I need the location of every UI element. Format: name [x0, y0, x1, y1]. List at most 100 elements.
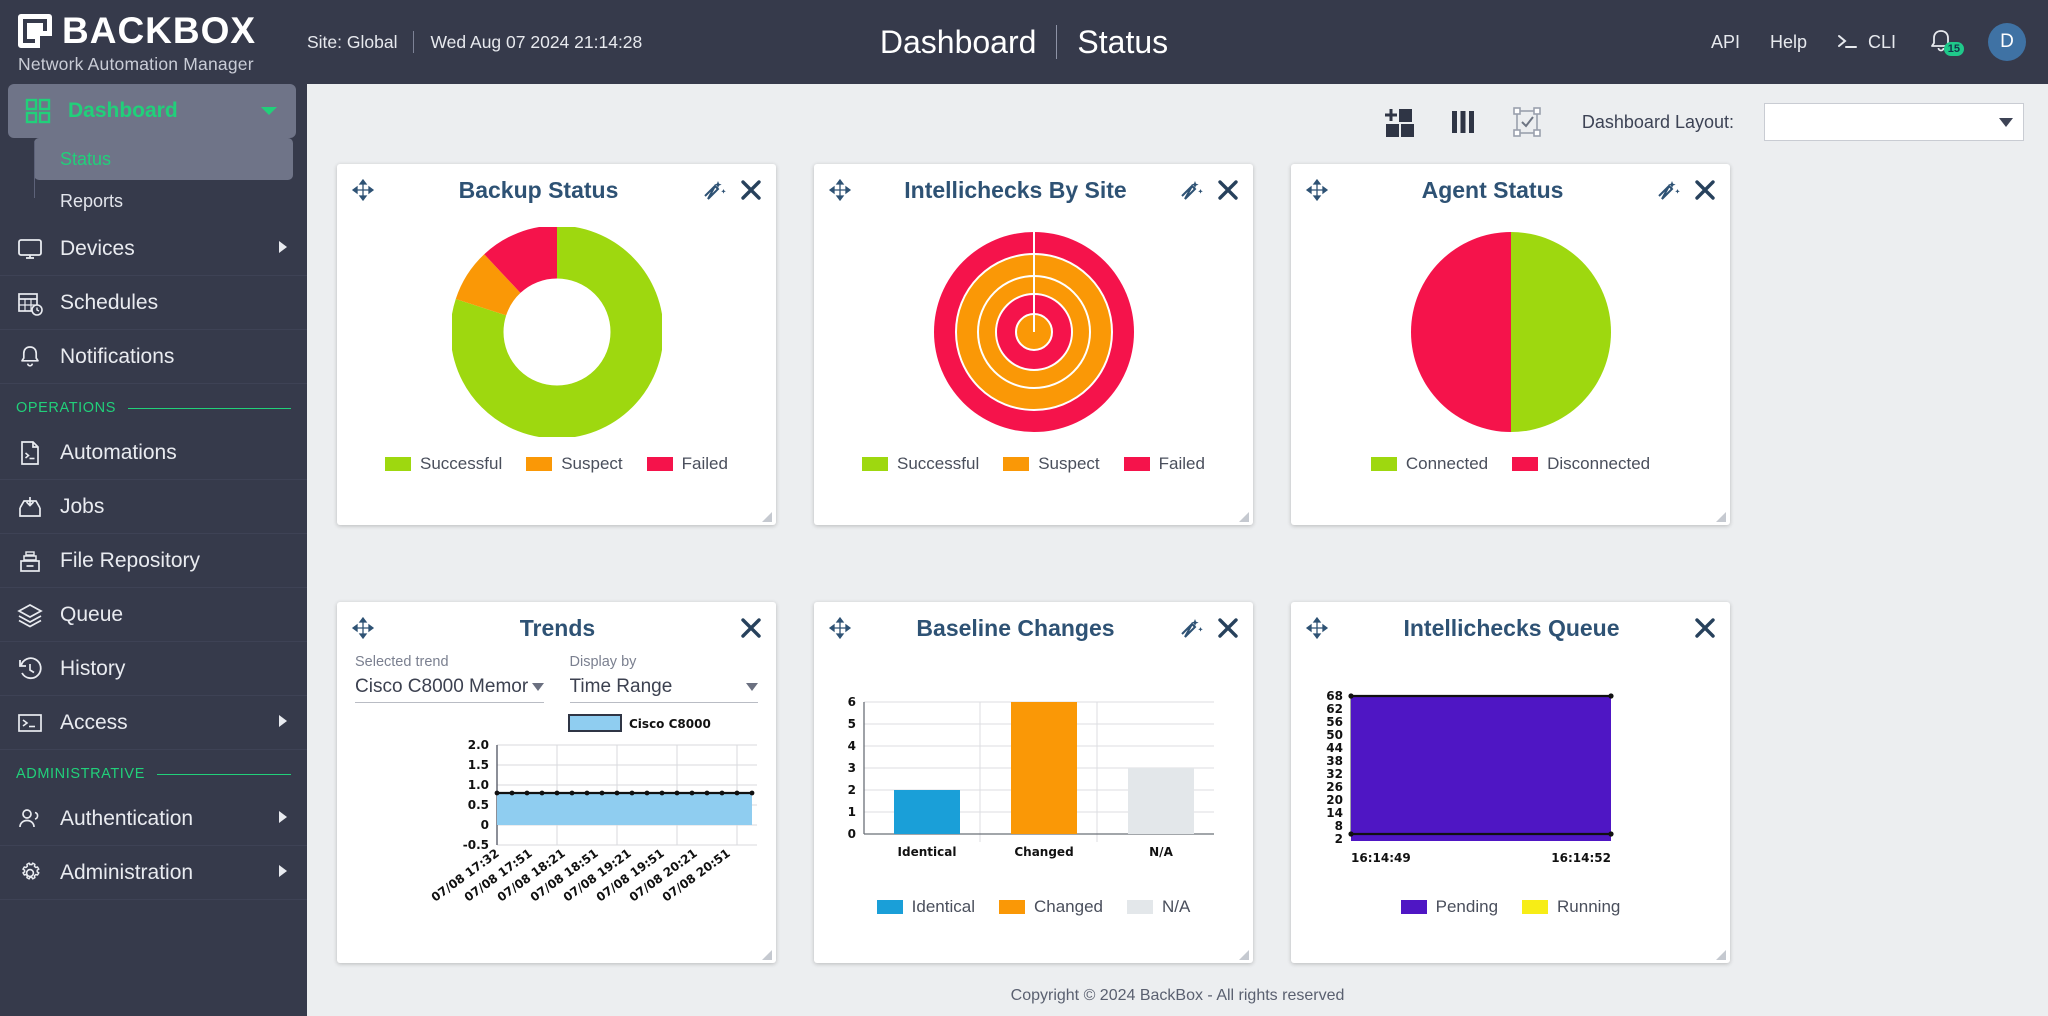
svg-text:1.5: 1.5	[468, 758, 489, 772]
close-icon[interactable]	[1694, 617, 1716, 639]
widget-title: Intellichecks Queue	[1403, 614, 1620, 641]
sidebar-item-status[interactable]: Status	[34, 138, 293, 180]
backup-status-donut-chart	[337, 216, 776, 448]
sidebar-subitem-label: Reports	[60, 190, 124, 211]
close-icon[interactable]	[1217, 617, 1239, 639]
legend-swatch	[1003, 457, 1030, 471]
selected-trend-label: Selected trend	[355, 654, 449, 670]
user-avatar[interactable]: D	[1988, 23, 2026, 61]
legend-swatch	[1370, 457, 1397, 471]
calendar-clock-icon	[16, 289, 44, 317]
legend-item: Pending	[1400, 897, 1499, 917]
magic-wand-icon[interactable]	[1179, 179, 1203, 201]
baseline-changes-bar-chart: 6 5 4 3 2 1 0 Identical Changed N/A	[814, 654, 1253, 883]
sidebar-item-administration[interactable]: Administration	[0, 846, 307, 900]
intellichecks-queue-area-chart: 68 62 56 50 44 38 32 26 20 14 8 2 16:14:49 16:14…	[1291, 654, 1730, 883]
selected-trend-control: Selected trend Cisco C8000 Memor	[355, 654, 544, 703]
resize-handle[interactable]	[1238, 510, 1250, 522]
legend-label: Disconnected	[1547, 454, 1651, 473]
api-link[interactable]: API	[1711, 32, 1740, 53]
display-by-select[interactable]: Time Range	[569, 676, 758, 703]
legend-label: Connected	[1405, 454, 1489, 473]
legend-swatch	[876, 900, 903, 914]
svg-text:6: 6	[848, 695, 856, 709]
sidebar-item-jobs[interactable]: Jobs	[0, 480, 307, 534]
dashboard-layout-select[interactable]	[1764, 103, 2024, 141]
sidebar-item-access[interactable]: Access	[0, 696, 307, 750]
widget-header: Backup Status	[337, 164, 776, 216]
columns-icon[interactable]	[1446, 105, 1480, 139]
sidebar-item-notifications[interactable]: Notifications	[0, 330, 307, 384]
add-widget-icon[interactable]	[1382, 105, 1416, 139]
sidebar-item-authentication[interactable]: Authentication	[0, 792, 307, 846]
close-icon[interactable]	[1217, 179, 1239, 201]
magic-wand-icon[interactable]	[1656, 179, 1680, 201]
drag-handle-icon[interactable]	[828, 178, 852, 202]
dashboard-layout-label: Dashboard Layout:	[1581, 111, 1734, 132]
sidebar-item-dashboard[interactable]: Dashboard	[8, 84, 296, 138]
widget-backup-status: Backup Status Successful Suspect Failed	[337, 164, 776, 525]
sidebar-item-reports[interactable]: Reports	[34, 180, 307, 222]
svg-text:2.0: 2.0	[468, 738, 489, 752]
magic-wand-icon[interactable]	[1179, 617, 1203, 639]
legend-swatch	[998, 900, 1025, 914]
widget-title: Baseline Changes	[916, 614, 1115, 641]
legend-label: Pending	[1435, 897, 1499, 916]
select-frame-icon[interactable]	[1510, 105, 1544, 139]
sidebar-item-file-repository[interactable]: File Repository	[0, 534, 307, 588]
svg-text:1: 1	[848, 805, 856, 819]
site-info: Site: Global Wed Aug 07 2024 21:14:28	[307, 31, 642, 53]
trends-controls: Selected trend Cisco C8000 Memor Display…	[337, 654, 776, 703]
legend-item: Disconnected	[1512, 454, 1650, 474]
section-label: OPERATIONS	[16, 400, 116, 416]
legend-item: Running	[1522, 897, 1620, 917]
main-content: Dashboard Layout: Backup Status Successf…	[307, 84, 2048, 1016]
sidebar-item-automations[interactable]: Automations	[0, 426, 307, 480]
resize-handle[interactable]	[761, 510, 773, 522]
legend-label: N/A	[1162, 897, 1191, 916]
bar-category-label: Changed	[1014, 845, 1073, 859]
resize-handle[interactable]	[761, 948, 773, 960]
sidebar-item-label: Dashboard	[68, 99, 178, 122]
resize-handle[interactable]	[1238, 948, 1250, 960]
legend-item: Suspect	[1003, 454, 1100, 474]
resize-handle[interactable]	[1715, 948, 1727, 960]
divider	[128, 407, 291, 409]
drag-handle-icon[interactable]	[351, 616, 375, 640]
legend-item: Successful	[862, 454, 979, 474]
footer: Copyright © 2024 BackBox - All rights re…	[307, 976, 2048, 1016]
sidebar-item-label: Access	[60, 710, 128, 734]
users-icon	[16, 805, 44, 833]
help-link[interactable]: Help	[1770, 32, 1807, 53]
sidebar-item-devices[interactable]: Devices	[0, 222, 307, 276]
widget-header: Trends	[337, 602, 776, 654]
magic-wand-icon[interactable]	[702, 179, 726, 201]
close-icon[interactable]	[740, 617, 762, 639]
legend-swatch	[385, 457, 412, 471]
widget-title: Agent Status	[1421, 176, 1564, 203]
drag-handle-icon[interactable]	[351, 178, 375, 202]
drag-handle-icon[interactable]	[1305, 616, 1329, 640]
sidebar-item-history[interactable]: History	[0, 642, 307, 696]
drag-handle-icon[interactable]	[828, 616, 852, 640]
sidebar-item-queue[interactable]: Queue	[0, 588, 307, 642]
svg-text:14: 14	[1326, 806, 1343, 820]
sidebar-item-label: Administration	[60, 860, 194, 884]
svg-text:3: 3	[848, 761, 856, 775]
sidebar-item-schedules[interactable]: Schedules	[0, 276, 307, 330]
notifications-bell-button[interactable]: 15	[1926, 26, 1964, 58]
resize-handle[interactable]	[1715, 510, 1727, 522]
close-icon[interactable]	[740, 179, 762, 201]
selected-trend-select[interactable]: Cisco C8000 Memor	[355, 676, 544, 703]
drag-handle-icon[interactable]	[1305, 178, 1329, 202]
svg-text:62: 62	[1326, 702, 1343, 716]
close-icon[interactable]	[1694, 179, 1716, 201]
file-drawer-icon	[16, 547, 44, 575]
current-datetime: Wed Aug 07 2024 21:14:28	[430, 31, 643, 52]
site-label: Site: Global	[307, 31, 398, 52]
cli-link[interactable]: CLI	[1837, 32, 1896, 53]
widget-baseline-changes: Baseline Changes 6 5 4 3 2 1 0 Identical…	[814, 602, 1253, 963]
gear-icon	[16, 859, 44, 887]
top-right-actions: API Help CLI 15 D	[1711, 23, 2048, 61]
widget-agent-status: Agent Status Connected Disconnected	[1291, 164, 1730, 525]
